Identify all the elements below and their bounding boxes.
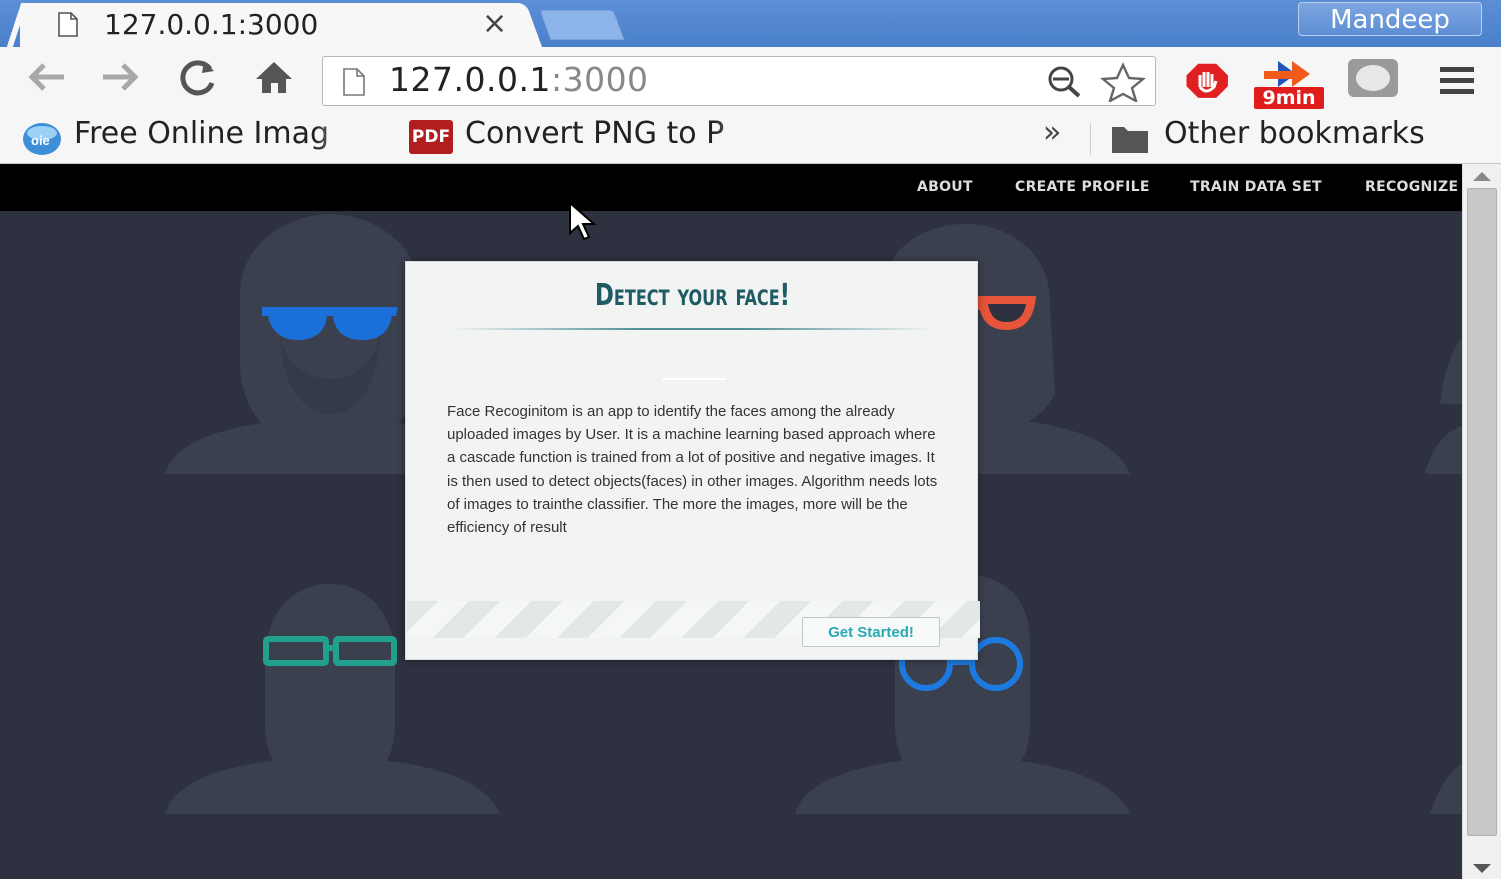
web-page: ABOUT CREATE PROFILE TRAIN DATA SET RECO…: [0, 164, 1462, 879]
subtitle-divider: [662, 378, 726, 380]
profile-button[interactable]: Mandeep: [1298, 2, 1482, 36]
nav-about[interactable]: ABOUT: [917, 179, 973, 195]
folder-icon: [1112, 127, 1148, 153]
pdf-icon: PDF: [409, 120, 453, 154]
scroll-down-arrow-icon[interactable]: [1473, 864, 1491, 873]
browser-tab[interactable]: 127.0.0.1:3000 ×: [20, 3, 520, 47]
back-arrow-icon: [28, 63, 64, 91]
nav-train-data-set[interactable]: TRAIN DATA SET: [1190, 179, 1322, 195]
page-icon: [58, 12, 78, 37]
timer-extension-icon[interactable]: 9min: [1252, 57, 1326, 111]
nav-create-profile[interactable]: CREATE PROFILE: [1015, 179, 1150, 195]
zoom-icon[interactable]: [1045, 65, 1085, 99]
modal-description: Face Recoginitom is an app to identify t…: [447, 403, 938, 537]
fast-forward-icon: [1264, 61, 1310, 87]
top-navbar: ABOUT CREATE PROFILE TRAIN DATA SET RECO…: [0, 164, 1462, 211]
nav-recognize[interactable]: RECOGNIZE: [1365, 179, 1458, 195]
back-button[interactable]: [22, 57, 70, 101]
bookmarks-divider: [1090, 123, 1091, 155]
forward-button[interactable]: [97, 57, 145, 101]
online-image-icon: oie: [23, 123, 61, 155]
svg-text:oie: oie: [31, 133, 50, 148]
bookmark-label-1[interactable]: Free Online Imag: [74, 116, 374, 151]
page-scrollbar[interactable]: [1462, 164, 1501, 879]
bookmark-label-2[interactable]: Convert PNG to P: [465, 116, 775, 151]
page-icon: [343, 68, 365, 96]
tab-close-icon[interactable]: ×: [482, 6, 507, 41]
mouse-cursor-icon: [569, 201, 597, 241]
bookmark-star-icon[interactable]: [1098, 62, 1148, 102]
other-bookmarks-button[interactable]: Other bookmarks: [1164, 116, 1425, 151]
forward-arrow-icon: [103, 63, 139, 91]
tab-title: 127.0.0.1:3000: [104, 8, 319, 41]
bookmark-item-1[interactable]: oie: [22, 121, 62, 157]
title-divider: [450, 328, 935, 330]
scroll-up-arrow-icon[interactable]: [1473, 172, 1491, 181]
browser-toolbar: 127.0.0.1:3000 9min: [0, 47, 1501, 115]
new-tab-button[interactable]: [539, 10, 625, 40]
address-bar[interactable]: 127.0.0.1:3000: [322, 56, 1156, 106]
home-button[interactable]: [250, 57, 298, 101]
url-port: :3000: [550, 60, 649, 99]
reload-button[interactable]: [174, 57, 222, 101]
url-text: 127.0.0.1:3000: [389, 60, 649, 99]
bookmarks-bar: oie Free Online Imag PDF Convert PNG to …: [0, 115, 1501, 164]
home-icon: [256, 62, 292, 93]
reload-icon: [180, 60, 215, 96]
tab-strip: 127.0.0.1:3000 × Mandeep: [0, 0, 1501, 47]
scroll-thumb[interactable]: [1467, 188, 1497, 836]
bookmarks-overflow-button[interactable]: »: [1043, 115, 1061, 150]
intro-modal: Detect your face! Face Recoginitom is an…: [405, 261, 980, 660]
adblock-extension-icon[interactable]: [1182, 61, 1232, 101]
menu-icon[interactable]: [1438, 65, 1476, 97]
modal-title: Detect your face!: [594, 278, 791, 313]
url-host: 127.0.0.1: [389, 60, 551, 99]
get-started-button[interactable]: Get Started!: [802, 617, 940, 647]
extension-badge: 9min: [1254, 87, 1324, 109]
screenshot-extension-icon[interactable]: [1348, 59, 1398, 97]
lens-shape: [1356, 65, 1390, 91]
